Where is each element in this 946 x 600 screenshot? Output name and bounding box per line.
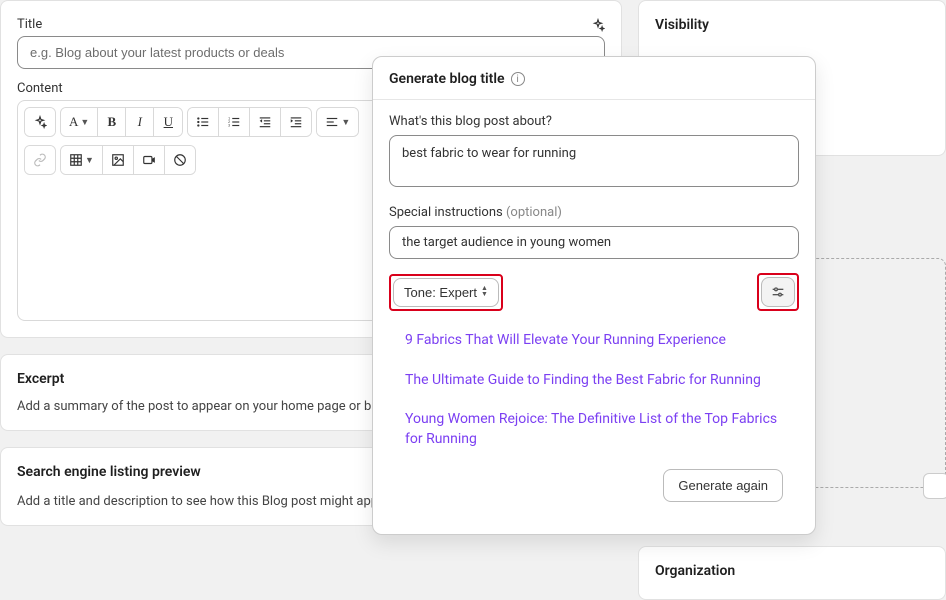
image-swap-button[interactable] bbox=[923, 473, 946, 499]
suggestion-item[interactable]: Young Women Rejoice: The Definitive List… bbox=[405, 404, 783, 463]
svg-text:3: 3 bbox=[228, 124, 230, 128]
organization-card: Organization bbox=[638, 546, 946, 600]
about-textarea[interactable] bbox=[389, 135, 799, 187]
ai-sparkle-button[interactable] bbox=[25, 108, 55, 136]
popup-header: Generate blog title i bbox=[373, 57, 815, 100]
sort-icon: ▲▼ bbox=[481, 286, 488, 298]
settings-button[interactable] bbox=[761, 277, 795, 307]
clear-format-button[interactable] bbox=[165, 146, 195, 174]
outdent-button[interactable] bbox=[250, 108, 281, 136]
table-button[interactable]: ▼ bbox=[61, 146, 103, 174]
bullet-list-button[interactable] bbox=[188, 108, 219, 136]
tone-highlight: Tone: Expert ▲▼ bbox=[389, 274, 503, 311]
settings-highlight bbox=[757, 273, 799, 311]
generate-title-popup: Generate blog title i What's this blog p… bbox=[372, 56, 816, 535]
popup-title: Generate blog title bbox=[389, 71, 505, 87]
bold-button[interactable]: B bbox=[98, 108, 126, 136]
instructions-input[interactable] bbox=[389, 226, 799, 259]
generate-again-button[interactable]: Generate again bbox=[663, 469, 783, 502]
suggestion-item[interactable]: 9 Fabrics That Will Elevate Your Running… bbox=[405, 325, 783, 365]
organization-heading: Organization bbox=[655, 563, 929, 579]
indent-button[interactable] bbox=[281, 108, 311, 136]
visibility-heading: Visibility bbox=[655, 17, 929, 33]
underline-button[interactable]: U bbox=[154, 108, 182, 136]
image-button[interactable] bbox=[103, 146, 134, 174]
video-button[interactable] bbox=[134, 146, 165, 174]
tone-label: Tone: Expert bbox=[404, 285, 477, 300]
sparkle-icon[interactable] bbox=[591, 17, 605, 36]
instructions-label: Special instructions (optional) bbox=[389, 205, 799, 220]
about-label: What's this blog post about? bbox=[389, 114, 799, 129]
title-label: Title bbox=[17, 17, 42, 32]
suggestions-list: 9 Fabrics That Will Elevate Your Running… bbox=[389, 311, 799, 469]
numbered-list-button[interactable]: 123 bbox=[219, 108, 250, 136]
align-dropdown[interactable]: ▼ bbox=[317, 108, 358, 136]
format-dropdown[interactable]: A▼ bbox=[61, 108, 98, 136]
info-icon[interactable]: i bbox=[511, 72, 525, 86]
link-button[interactable] bbox=[25, 146, 55, 174]
title-label-row: Title bbox=[17, 17, 605, 36]
italic-button[interactable]: I bbox=[126, 108, 154, 136]
seo-heading: Search engine listing preview bbox=[17, 464, 201, 480]
tone-selector[interactable]: Tone: Expert ▲▼ bbox=[393, 278, 499, 307]
suggestion-item[interactable]: The Ultimate Guide to Finding the Best F… bbox=[405, 365, 783, 405]
